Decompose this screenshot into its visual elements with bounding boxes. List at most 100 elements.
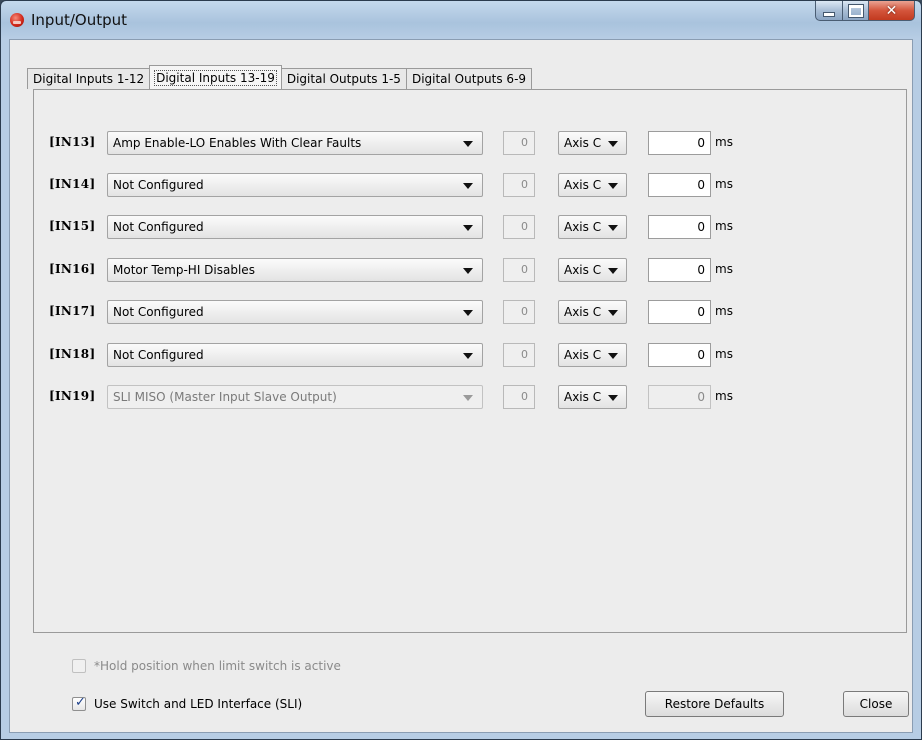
input-label: [IN19] — [49, 389, 96, 403]
input-label: [IN13] — [49, 135, 96, 149]
ms-unit-label: ms — [715, 177, 733, 191]
dropdown-arrow-icon — [463, 141, 473, 147]
axis-select[interactable]: Axis C — [558, 173, 627, 197]
axis-value: Axis C — [564, 220, 602, 234]
axis-select[interactable]: Axis C — [558, 300, 627, 324]
debounce-input[interactable]: 0 — [648, 215, 711, 239]
hold-position-label: *Hold position when limit switch is acti… — [94, 659, 341, 673]
number-field: 0 — [503, 215, 535, 239]
number-field: 0 — [503, 385, 535, 409]
ms-unit-label: ms — [715, 262, 733, 276]
function-select[interactable]: Amp Enable-LO Enables With Clear Faults — [107, 131, 483, 155]
maximize-icon — [847, 3, 864, 18]
caption-buttons: ✕ — [815, 1, 915, 23]
debounce-input: 0 — [648, 385, 711, 409]
app-icon — [10, 13, 24, 27]
close-window-button[interactable]: ✕ — [869, 1, 915, 21]
dropdown-arrow-icon — [608, 310, 618, 316]
function-select[interactable]: Not Configured — [107, 300, 483, 324]
ms-unit-label: ms — [715, 347, 733, 361]
dropdown-arrow-icon — [608, 395, 618, 401]
input-row-in15: [IN15] Not Configured 0 Axis C 0 ms — [49, 215, 749, 239]
ms-unit-label: ms — [715, 389, 733, 403]
axis-select[interactable]: Axis C — [558, 131, 627, 155]
ms-unit-label: ms — [715, 135, 733, 149]
ms-unit-label: ms — [715, 219, 733, 233]
function-select[interactable]: Not Configured — [107, 215, 483, 239]
function-select: SLI MISO (Master Input Slave Output) — [107, 385, 483, 409]
axis-select[interactable]: Axis C — [558, 215, 627, 239]
axis-value: Axis C — [564, 348, 602, 362]
use-sli-checkbox[interactable]: ✓ — [72, 695, 86, 711]
tab-label: Digital Inputs 13-19 — [154, 69, 277, 86]
tab-digital-inputs-13-19[interactable]: Digital Inputs 13-19 — [149, 65, 282, 89]
dropdown-arrow-icon — [608, 141, 618, 147]
window-title: Input/Output — [31, 11, 127, 29]
hold-position-checkbox — [72, 659, 86, 673]
input-row-in19: [IN19] SLI MISO (Master Input Slave Outp… — [49, 385, 749, 409]
restore-defaults-button[interactable]: Restore Defaults — [645, 691, 784, 717]
debounce-input[interactable]: 0 — [648, 300, 711, 324]
function-select[interactable]: Not Configured — [107, 173, 483, 197]
axis-value: Axis C — [564, 305, 602, 319]
function-select[interactable]: Motor Temp-HI Disables — [107, 258, 483, 282]
input-row-in13: [IN13] Amp Enable-LO Enables With Clear … — [49, 131, 749, 155]
tab-digital-inputs-1-12[interactable]: Digital Inputs 1-12 — [27, 68, 151, 89]
debounce-input[interactable]: 0 — [648, 343, 711, 367]
number-field: 0 — [503, 173, 535, 197]
number-field: 0 — [503, 258, 535, 282]
input-row-in16: [IN16] Motor Temp-HI Disables 0 Axis C 0… — [49, 258, 749, 282]
tab-digital-outputs-6-9[interactable]: Digital Outputs 6-9 — [405, 68, 533, 89]
minimize-icon — [823, 11, 835, 17]
debounce-input[interactable]: 0 — [648, 131, 711, 155]
input-label: [IN18] — [49, 347, 96, 361]
use-sli-label: Use Switch and LED Interface (SLI) — [94, 697, 303, 711]
close-button[interactable]: Close — [843, 691, 909, 717]
input-row-in17: [IN17] Not Configured 0 Axis C 0 ms — [49, 300, 749, 324]
dropdown-arrow-icon — [463, 268, 473, 274]
input-label: [IN17] — [49, 304, 96, 318]
input-row-in14: [IN14] Not Configured 0 Axis C 0 ms — [49, 173, 749, 197]
number-field: 0 — [503, 343, 535, 367]
tab-label: Digital Outputs 6-9 — [411, 72, 527, 86]
debounce-input[interactable]: 0 — [648, 258, 711, 282]
axis-select[interactable]: Axis C — [558, 343, 627, 367]
axis-select[interactable]: Axis C — [558, 385, 627, 409]
dropdown-arrow-icon — [463, 310, 473, 316]
checkmark-icon: ✓ — [75, 695, 86, 710]
ms-unit-label: ms — [715, 304, 733, 318]
input-output-window: Input/Output ✕ Digital Inputs 1-12 Digit… — [0, 0, 922, 740]
function-value: Amp Enable-LO Enables With Clear Faults — [113, 136, 362, 150]
function-value: Not Configured — [113, 348, 204, 362]
function-value: Not Configured — [113, 178, 204, 192]
title-bar[interactable]: Input/Output ✕ — [1, 1, 921, 39]
number-field: 0 — [503, 131, 535, 155]
axis-select[interactable]: Axis C — [558, 258, 627, 282]
function-select[interactable]: Not Configured — [107, 343, 483, 367]
dropdown-arrow-icon — [463, 395, 473, 401]
axis-value: Axis C — [564, 390, 602, 404]
debounce-input[interactable]: 0 — [648, 173, 711, 197]
close-icon: ✕ — [885, 2, 898, 19]
number-field: 0 — [503, 300, 535, 324]
tab-strip: Digital Inputs 1-12 Digital Inputs 13-19… — [27, 65, 533, 89]
function-value: SLI MISO (Master Input Slave Output) — [113, 390, 337, 404]
minimize-button[interactable] — [815, 1, 843, 21]
axis-value: Axis C — [564, 136, 602, 150]
input-label: [IN14] — [49, 177, 96, 191]
function-value: Not Configured — [113, 305, 204, 319]
axis-value: Axis C — [564, 263, 602, 277]
dropdown-arrow-icon — [608, 353, 618, 359]
maximize-button[interactable] — [843, 1, 869, 21]
tab-label: Digital Inputs 1-12 — [33, 72, 145, 86]
axis-value: Axis C — [564, 178, 602, 192]
dropdown-arrow-icon — [463, 353, 473, 359]
dropdown-arrow-icon — [463, 183, 473, 189]
dropdown-arrow-icon — [608, 183, 618, 189]
tab-digital-outputs-1-5[interactable]: Digital Outputs 1-5 — [280, 68, 407, 89]
input-label: [IN15] — [49, 219, 96, 233]
tab-label: Digital Outputs 1-5 — [286, 72, 401, 86]
function-value: Motor Temp-HI Disables — [113, 263, 255, 277]
dropdown-arrow-icon — [608, 225, 618, 231]
dropdown-arrow-icon — [608, 268, 618, 274]
